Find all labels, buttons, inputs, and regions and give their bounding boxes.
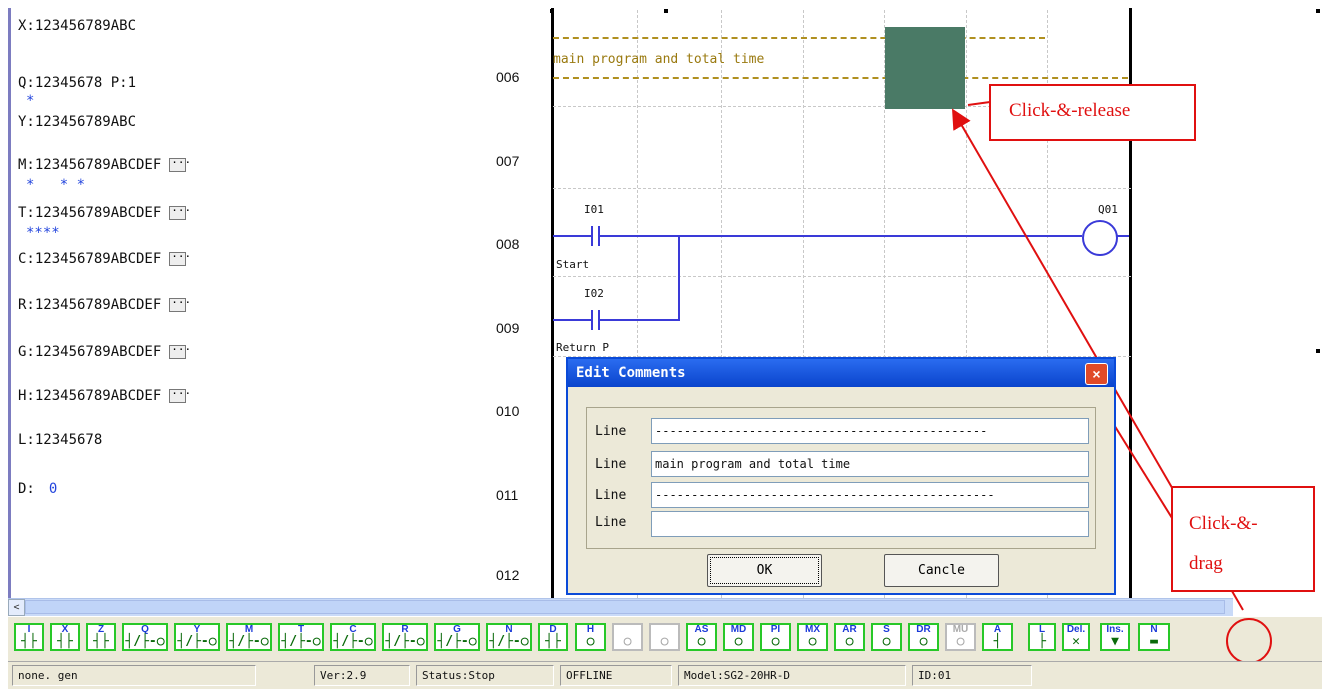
callout-text: Click-&-release <box>1009 100 1131 121</box>
callout-click-drag: Click-&- drag <box>1171 486 1315 592</box>
toolbar-line-a-button[interactable]: A ┤ <box>982 623 1013 651</box>
status-file: none. gen <box>12 665 256 686</box>
coil-m-icon: ┤/├-○ <box>229 634 269 649</box>
contact-x-icon: ┤├ <box>57 634 73 649</box>
toolbar-contact-i-button[interactable]: I ┤├ <box>14 623 44 651</box>
func-ar-icon: ○ <box>845 634 854 649</box>
comment-line-3-input[interactable]: ----------------------------------------… <box>651 482 1089 508</box>
line-label: Line <box>595 488 627 503</box>
toolbar-func-pi-button[interactable]: PI ○ <box>760 623 791 651</box>
toolbar-func-as-button[interactable]: AS ○ <box>686 623 717 651</box>
status-run: Status:Stop <box>416 665 554 686</box>
callout-click-release: Click-&-release <box>989 84 1196 141</box>
status-model: Model:SG2-20HR-D <box>678 665 906 686</box>
toolbar-func-mx-button[interactable]: MX ○ <box>797 623 828 651</box>
comment-line-4-input[interactable] <box>651 511 1089 537</box>
ok-button[interactable]: OK <box>707 554 822 587</box>
status-bar: none. gen Ver:2.9 Status:Stop OFFLINE Mo… <box>8 661 1322 689</box>
scroll-thumb[interactable] <box>25 600 1225 614</box>
insert-icon: ▼ <box>1111 634 1119 649</box>
coil-h-icon: ○ <box>586 634 595 649</box>
toolbar-coil-t-button[interactable]: T ┤/├-○ <box>278 623 324 651</box>
status-connection: OFFLINE <box>560 665 672 686</box>
toolbar-comment-n-button[interactable]: N ▬ <box>1138 623 1170 651</box>
coil-c-icon: ┤/├-○ <box>333 634 373 649</box>
callout-text-line1: Click-&- <box>1189 513 1258 534</box>
status-version: Ver:2.9 <box>314 665 410 686</box>
coil-t-icon: ┤/├-○ <box>281 634 321 649</box>
toolbar-coil-m-button[interactable]: M ┤/├-○ <box>226 623 272 651</box>
toolbar-func-ar-button[interactable]: AR ○ <box>834 623 865 651</box>
toolbar-func-dr-button[interactable]: DR ○ <box>908 623 939 651</box>
line-label: Line <box>595 457 627 472</box>
toolbar-insert-button[interactable]: Ins. ▼ <box>1100 623 1130 651</box>
close-icon[interactable]: × <box>1085 363 1108 385</box>
toolbar-contact-x-button[interactable]: X ┤├ <box>50 623 80 651</box>
func-as-icon: ○ <box>697 634 706 649</box>
line-label: Line <box>595 424 627 439</box>
toolbar-contact-d-button[interactable]: D ┤├ <box>538 623 568 651</box>
line-label: Line <box>595 515 627 530</box>
line-l-icon: ├ <box>1038 634 1046 649</box>
toolbar-coil-n-button[interactable]: N ┤/├-○ <box>486 623 532 651</box>
coil-g-icon: ┤/├-○ <box>437 634 477 649</box>
toolbar-coil-y-button[interactable]: Y ┤/├-○ <box>174 623 220 651</box>
toolbar-line-l-button[interactable]: L ├ <box>1028 623 1056 651</box>
edit-comments-dialog[interactable]: Edit Comments × Line -------------------… <box>566 357 1116 595</box>
horizontal-scrollbar[interactable]: < <box>8 598 1233 616</box>
toolbar-coil-c-button[interactable]: C ┤/├-○ <box>330 623 376 651</box>
func-md-icon: ○ <box>734 634 743 649</box>
cancel-button[interactable]: Cancle <box>884 554 999 587</box>
func-gray-1-icon: ○ <box>623 634 632 649</box>
status-id: ID:01 <box>912 665 1032 686</box>
toolbar-func-md-button[interactable]: MD ○ <box>723 623 754 651</box>
callout-text-line2: drag <box>1189 553 1223 574</box>
ladder-toolbar: I ┤├ X ┤├ Z ┤├ Q ┤/├-○ Y ┤/├-○ M ┤/├-○ T ┤/├-○ C ┤/├-○ R… <box>8 617 1322 661</box>
contact-i-icon: ┤├ <box>21 634 37 649</box>
toolbar-func-gray-1-button[interactable]: ○ <box>612 623 643 651</box>
func-mx-icon: ○ <box>808 634 817 649</box>
func-s-icon: ○ <box>882 634 891 649</box>
toolbar-coil-q-button[interactable]: Q ┤/├-○ <box>122 623 168 651</box>
comment-line-1-input[interactable]: ----------------------------------------… <box>651 418 1089 444</box>
dialog-titlebar[interactable]: Edit Comments × <box>568 359 1114 387</box>
comment-n-icon: ▬ <box>1150 634 1158 649</box>
func-pi-icon: ○ <box>771 634 780 649</box>
contact-z-icon: ┤├ <box>93 634 109 649</box>
coil-y-icon: ┤/├-○ <box>177 634 217 649</box>
toolbar-func-gray-2-button[interactable]: ○ <box>649 623 680 651</box>
highlight-circle <box>1226 618 1272 664</box>
dialog-title: Edit Comments <box>576 365 686 381</box>
coil-q-icon: ┤/├-○ <box>125 634 165 649</box>
contact-d-icon: ┤├ <box>545 634 561 649</box>
toolbar-contact-z-button[interactable]: Z ┤├ <box>86 623 116 651</box>
toolbar-coil-r-button[interactable]: R ┤/├-○ <box>382 623 428 651</box>
coil-n-icon: ┤/├-○ <box>489 634 529 649</box>
delete-icon: ✕ <box>1072 634 1080 649</box>
toolbar-coil-h-button[interactable]: H ○ <box>575 623 606 651</box>
toolbar-func-s-button[interactable]: S ○ <box>871 623 902 651</box>
scroll-left-icon[interactable]: < <box>8 599 25 616</box>
toolbar-coil-g-button[interactable]: G ┤/├-○ <box>434 623 480 651</box>
comment-line-2-input[interactable]: main program and total time <box>651 451 1089 477</box>
func-gray-2-icon: ○ <box>660 634 669 649</box>
toolbar-delete-button[interactable]: Del. ✕ <box>1062 623 1090 651</box>
func-mu-icon: ○ <box>956 634 965 649</box>
comment-lines-group: Line -----------------------------------… <box>586 407 1096 549</box>
line-a-icon: ┤ <box>993 634 1002 649</box>
coil-r-icon: ┤/├-○ <box>385 634 425 649</box>
toolbar-func-mu-button[interactable]: MU ○ <box>945 623 976 651</box>
func-dr-icon: ○ <box>919 634 928 649</box>
